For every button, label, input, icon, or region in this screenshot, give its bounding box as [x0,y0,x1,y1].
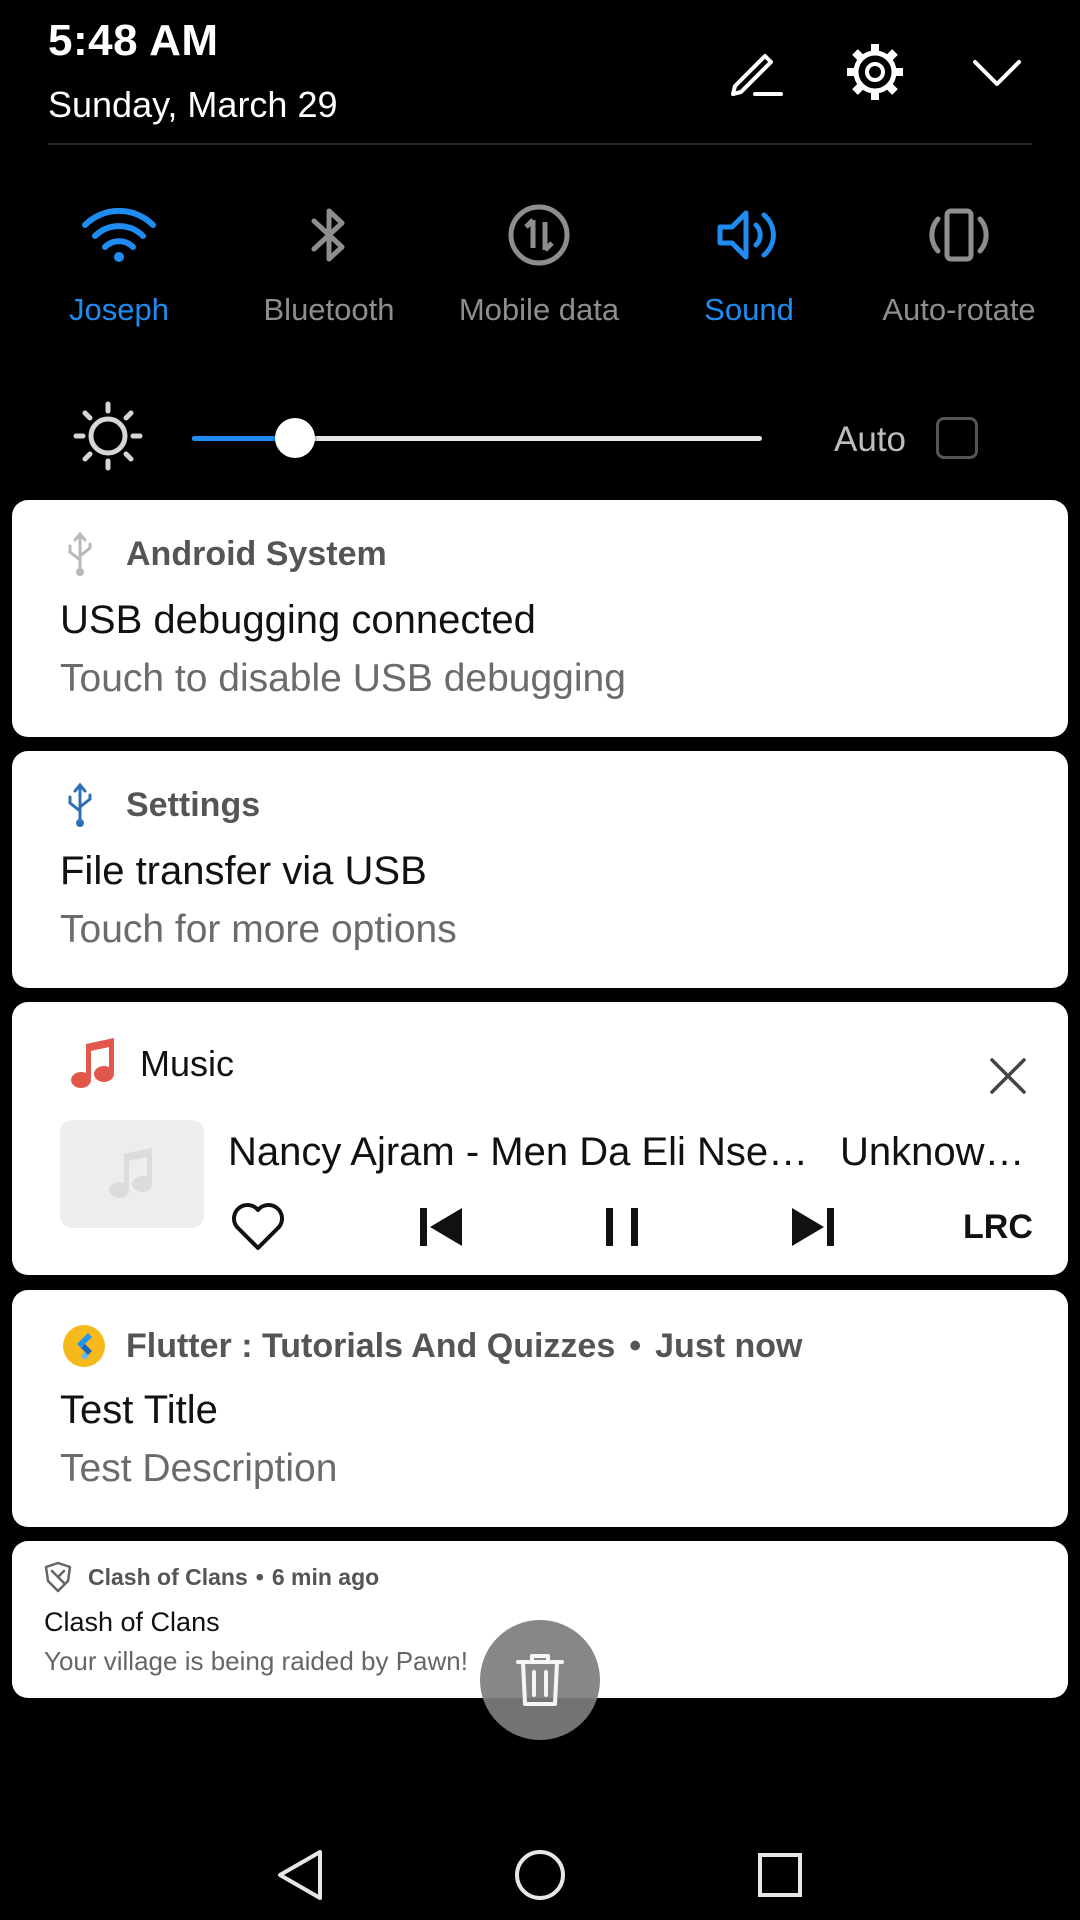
notification-header: Flutter : Tutorials And Quizzes • Just n… [62,1324,802,1368]
app-name: Flutter : Tutorials And Quizzes [126,1326,616,1365]
lyrics-button[interactable]: LRC [963,1208,1033,1247]
notification-title: File transfer via USB [60,849,427,893]
close-icon [988,1056,1028,1096]
back-icon [274,1848,326,1902]
app-name: Android System [126,534,387,573]
settings-button[interactable] [833,30,917,114]
track-artist: Unknow… [840,1130,1025,1174]
mobile-data-icon [499,190,579,280]
separator-dot: • [255,1563,264,1590]
auto-brightness-label: Auto [834,420,906,459]
next-button[interactable] [788,1204,838,1250]
app-name: Clash of Clans [88,1563,248,1590]
usb-icon [64,530,96,578]
clock-time: 5:48 AM [48,16,219,65]
notification-header: Clash of Clans • 6 min ago [42,1561,379,1593]
app-name: Settings [126,785,261,824]
music-note-icon [70,1038,118,1090]
app-name: Music [140,1043,235,1084]
notification-title: USB debugging connected [60,598,536,642]
notification-text: Your village is being raided by Pawn! [44,1646,468,1676]
notification-header: Settings [64,781,260,829]
qs-tile-sound[interactable]: Sound [654,190,844,328]
previous-button[interactable] [416,1204,466,1250]
flutter-logo-icon [62,1324,106,1368]
qs-tile-mobile-data[interactable]: Mobile data [444,190,634,328]
skip-previous-icon [416,1204,466,1250]
auto-rotate-icon [919,190,999,280]
track-title: Nancy Ajram - Men Da Eli Nse… [228,1130,809,1174]
nav-home-button[interactable] [500,1835,580,1915]
pause-icon [602,1206,642,1248]
skip-next-icon [788,1204,838,1250]
shield-icon [42,1561,74,1593]
wifi-icon [79,190,159,280]
notification-title: Clash of Clans [44,1607,220,1637]
clear-all-button[interactable] [480,1620,600,1740]
qs-label: Sound [704,292,794,327]
notification-text: Touch to disable USB debugging [60,657,626,700]
auto-brightness-checkbox[interactable] [936,417,978,459]
notification-text: Test Description [60,1447,338,1490]
notification-usb-debugging[interactable]: Android System USB debugging connected T… [12,500,1068,737]
notification-text: Touch for more options [60,908,457,951]
collapse-button[interactable] [955,30,1039,114]
notification-time: Just now [655,1326,803,1365]
gear-icon [843,40,907,104]
qs-tile-auto-rotate[interactable]: Auto-rotate [864,190,1054,328]
separator-dot: • [629,1326,642,1365]
usb-icon [64,781,96,829]
album-art [60,1120,204,1228]
notification-flutter[interactable]: Flutter : Tutorials And Quizzes • Just n… [12,1290,1068,1527]
qs-label: Mobile data [458,292,620,327]
qs-label: Auto-rotate [882,292,1036,327]
pause-button[interactable] [602,1206,642,1248]
header-divider [48,143,1032,145]
dismiss-music-button[interactable] [970,1038,1046,1114]
brightness-slider-thumb[interactable] [274,418,315,458]
edit-button[interactable] [713,30,797,114]
nav-back-button[interactable] [260,1835,340,1915]
notification-title: Test Title [60,1388,218,1432]
sound-icon [709,190,789,280]
notification-file-transfer[interactable]: Settings File transfer via USB Touch for… [12,751,1068,988]
notification-header: Music [70,1038,234,1090]
edit-icon [725,42,785,102]
music-note-icon [102,1148,162,1200]
brightness-icon [72,400,144,472]
nav-recents-button[interactable] [740,1835,820,1915]
notification-header: Android System [64,530,387,578]
home-icon [513,1848,567,1902]
clock-date: Sunday, March 29 [48,84,338,125]
favorite-button[interactable] [230,1202,286,1252]
qs-label: Bluetooth [263,292,395,327]
qs-tile-bluetooth[interactable]: Bluetooth [234,190,424,328]
qs-tile-wifi[interactable]: Joseph [24,190,214,328]
bluetooth-icon [289,190,369,280]
notification-music[interactable]: Music Nancy Ajram - Men Da Eli Nse… Unkn… [12,1002,1068,1275]
heart-icon [230,1202,286,1252]
notification-time: 6 min ago [271,1563,380,1590]
recents-icon [755,1850,805,1900]
qs-label: Joseph [69,292,169,327]
chevron-down-icon [967,52,1027,92]
trash-icon [512,1650,568,1710]
